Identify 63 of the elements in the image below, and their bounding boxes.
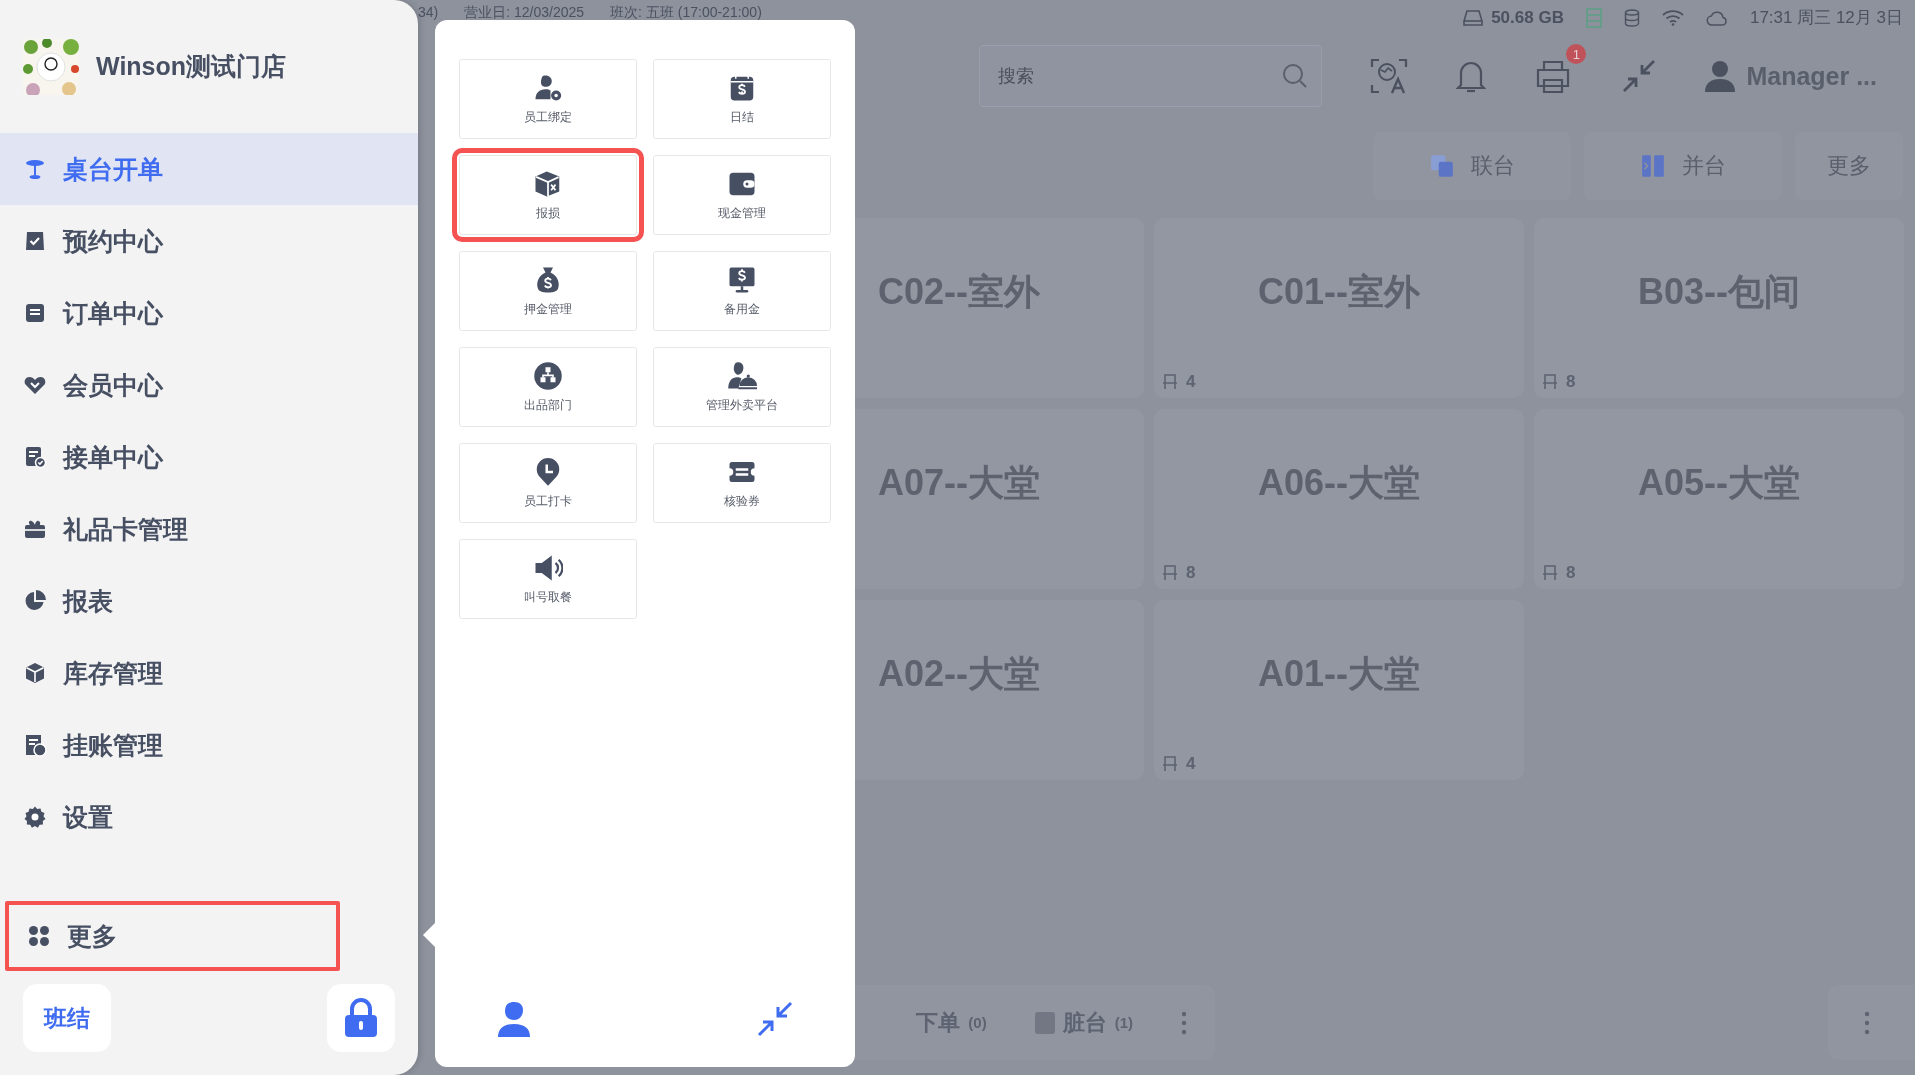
feature-tile[interactable]: 叫号取餐 [459, 539, 637, 619]
collapse-icon[interactable] [757, 1001, 793, 1037]
feature-tile[interactable]: 员工打卡 [459, 443, 637, 523]
business-day: 营业日: 12/03/2025 [464, 4, 585, 22]
feature-tile[interactable]: 现金管理 [653, 155, 831, 235]
chair-icon [1162, 756, 1178, 772]
chair-icon [1542, 565, 1558, 581]
document-icon [23, 301, 47, 325]
status-square-icon [1034, 1011, 1055, 1034]
nav-item[interactable]: 订单中心 [0, 277, 418, 349]
calendar-check-icon [23, 229, 47, 253]
status-text: 34) [418, 4, 439, 22]
user-icon[interactable] [1704, 60, 1737, 92]
wifi-icon [1661, 9, 1684, 26]
nav-item[interactable]: 接单中心 [0, 421, 418, 493]
settings-icon [23, 805, 47, 829]
lock-icon [343, 998, 379, 1038]
nav-item[interactable]: 库存管理 [0, 637, 418, 709]
more-options-icon[interactable] [1181, 1010, 1187, 1035]
nav-item[interactable]: 桌台开单 [0, 133, 418, 205]
cloud-icon [1705, 9, 1728, 26]
shift-text: 班次: 五班 (17:00-21:00) [610, 4, 762, 22]
cube-icon [23, 661, 47, 685]
chair-icon [1542, 374, 1558, 390]
lock-button[interactable] [327, 984, 395, 1052]
more-options-icon[interactable] [1864, 1010, 1870, 1035]
nav-item[interactable]: 会员中心 [0, 349, 418, 421]
collapse-icon[interactable] [1622, 59, 1657, 93]
feature-tile[interactable]: 核验券 [653, 443, 831, 523]
database-icon [1623, 8, 1640, 27]
document-coin-icon [23, 733, 47, 757]
more-nav-item[interactable]: 更多 [5, 901, 340, 971]
search-icon [1282, 63, 1309, 89]
translate-icon[interactable] [1370, 57, 1409, 95]
feature-tile[interactable]: 出品部门 [459, 347, 637, 427]
chair-icon [1162, 374, 1178, 390]
search-field[interactable]: 搜索 [979, 45, 1323, 107]
feature-tile[interactable]: 备用金 [653, 251, 831, 331]
feature-tile[interactable]: 日结 [653, 59, 831, 139]
server-icon [1585, 7, 1602, 28]
table-icon [23, 157, 47, 181]
nav-item[interactable]: 预约中心 [0, 205, 418, 277]
feature-tile[interactable]: 管理外卖平台 [653, 347, 831, 427]
grid-icon [27, 924, 51, 948]
nav-item[interactable]: 报表 [0, 565, 418, 637]
store-name: Winson测试门店 [96, 51, 287, 82]
shift-close-button[interactable]: 班结 [23, 984, 111, 1052]
org-chart-icon [533, 360, 563, 391]
feature-tile[interactable]: 押金管理 [459, 251, 637, 331]
notification-badge: 1 [1566, 44, 1587, 64]
storage-text: 50.68 GB [1491, 7, 1564, 28]
copy-icon [1429, 153, 1455, 179]
nav-item[interactable]: 挂账管理 [0, 709, 418, 781]
document-check-icon [23, 445, 47, 469]
nav-item[interactable]: 礼品卡管理 [0, 493, 418, 565]
person-cloche-icon [727, 360, 757, 391]
chair-icon [1162, 565, 1178, 581]
drive-icon [1463, 8, 1484, 27]
pie-chart-icon [23, 589, 47, 613]
columns-icon [1640, 153, 1666, 179]
feature-tile[interactable]: 员工绑定 [459, 59, 637, 139]
nav-item[interactable]: 设置 [0, 781, 418, 853]
user-icon[interactable] [497, 1001, 531, 1037]
